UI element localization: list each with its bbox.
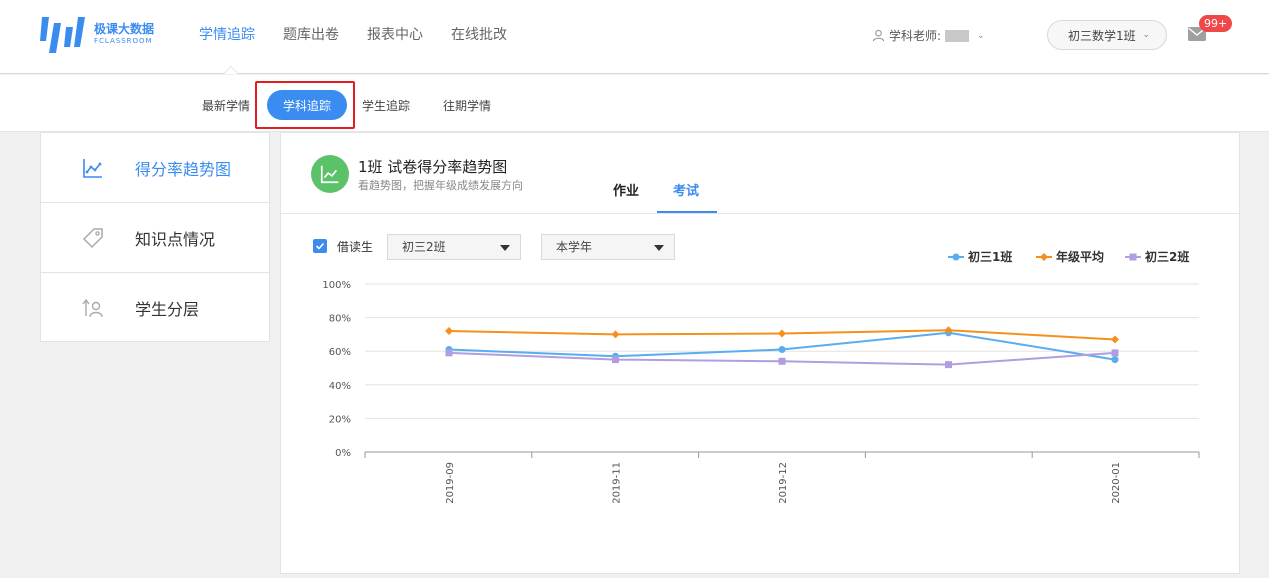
main-nav: 学情追踪 题库出卷 报表中心 在线批改: [199, 24, 507, 44]
tag-icon: [82, 227, 103, 248]
nav-item-learning-tracking[interactable]: 学情追踪: [199, 24, 255, 44]
left-menu-item-layering[interactable]: 学生分层: [41, 273, 269, 343]
x-tick-label: 2020-01: [1111, 462, 1122, 504]
brand-name-cn: 极课大数据: [94, 22, 155, 36]
brand-logo[interactable]: 极课大数据 FCLASSROOM: [40, 12, 160, 56]
left-menu-item-knowledge[interactable]: 知识点情况: [41, 203, 269, 273]
data-point: [1111, 356, 1119, 364]
message-count-badge: 99+: [1199, 15, 1233, 32]
nav-item-online-grading[interactable]: 在线批改: [451, 24, 507, 44]
data-point: [778, 329, 786, 338]
active-nav-caret: [223, 66, 239, 74]
left-menu-label: 知识点情况: [135, 229, 216, 249]
nav-item-question-bank[interactable]: 题库出卷: [283, 24, 339, 44]
chevron-down-icon: ⌄: [977, 30, 985, 41]
main-panel: 1班 试卷得分率趋势图 看趋势图，把握年级成绩发展方向 作业 考试 借读生 初三…: [280, 132, 1240, 574]
data-point: [1111, 349, 1119, 357]
data-point: [778, 357, 786, 365]
brand-name-en: FCLASSROOM: [94, 37, 153, 45]
data-point: [445, 349, 453, 357]
data-point: [945, 361, 952, 369]
y-tick-label: 60%: [329, 347, 351, 358]
user-menu[interactable]: 学科老师: ⌄: [872, 27, 985, 44]
data-point: [445, 327, 453, 336]
trend-chart-icon: [83, 158, 102, 178]
left-menu-item-trend[interactable]: 得分率趋势图: [41, 133, 269, 203]
subnav-item-latest[interactable]: 最新学情: [202, 97, 250, 114]
data-point: [612, 356, 619, 364]
class-selector[interactable]: 初三数学1班 ⌄: [1047, 20, 1167, 50]
chevron-down-icon: ⌄: [1142, 30, 1150, 40]
data-point: [611, 330, 620, 339]
left-menu: 得分率趋势图 知识点情况 学生分层: [40, 132, 270, 342]
y-tick-label: 20%: [329, 414, 351, 425]
subnav-item-past[interactable]: 往期学情: [443, 97, 491, 114]
left-menu-label: 得分率趋势图: [135, 159, 232, 179]
data-point: [778, 346, 786, 354]
user-icon: [872, 29, 885, 42]
data-point: [1111, 335, 1119, 344]
y-tick-label: 100%: [322, 280, 351, 291]
class-selector-value: 初三数学1班: [1068, 28, 1136, 43]
y-tick-label: 80%: [329, 314, 351, 325]
student-layer-icon: [82, 298, 103, 318]
score-rate-trend-chart: 0% 20% 40% 60% 80% 100% 2019-09 2019-11 2019-12 2…: [322, 280, 1200, 504]
y-tick-label: 40%: [329, 381, 351, 392]
sub-navigation: 最新学情 学科追踪 学生追踪 往期学情: [0, 75, 1269, 132]
user-role-label: 学科老师:: [889, 29, 942, 43]
logo-mark-icon: [40, 17, 85, 53]
left-menu-label: 学生分层: [135, 300, 200, 319]
subnav-item-student-tracking[interactable]: 学生追踪: [362, 97, 410, 114]
y-tick-label: 0%: [335, 448, 351, 459]
redacted-user-name: [945, 29, 970, 42]
top-navigation-bar: 极课大数据 FCLASSROOM 学情追踪 题库出卷 报表中心 在线批改 学科老…: [0, 0, 1269, 74]
x-tick-label: 2019-11: [612, 462, 623, 504]
x-tick-label: 2019-12: [778, 462, 789, 504]
nav-item-report-center[interactable]: 报表中心: [367, 24, 423, 44]
x-tick-label: 2019-09: [445, 462, 456, 504]
highlight-box: [255, 81, 355, 129]
